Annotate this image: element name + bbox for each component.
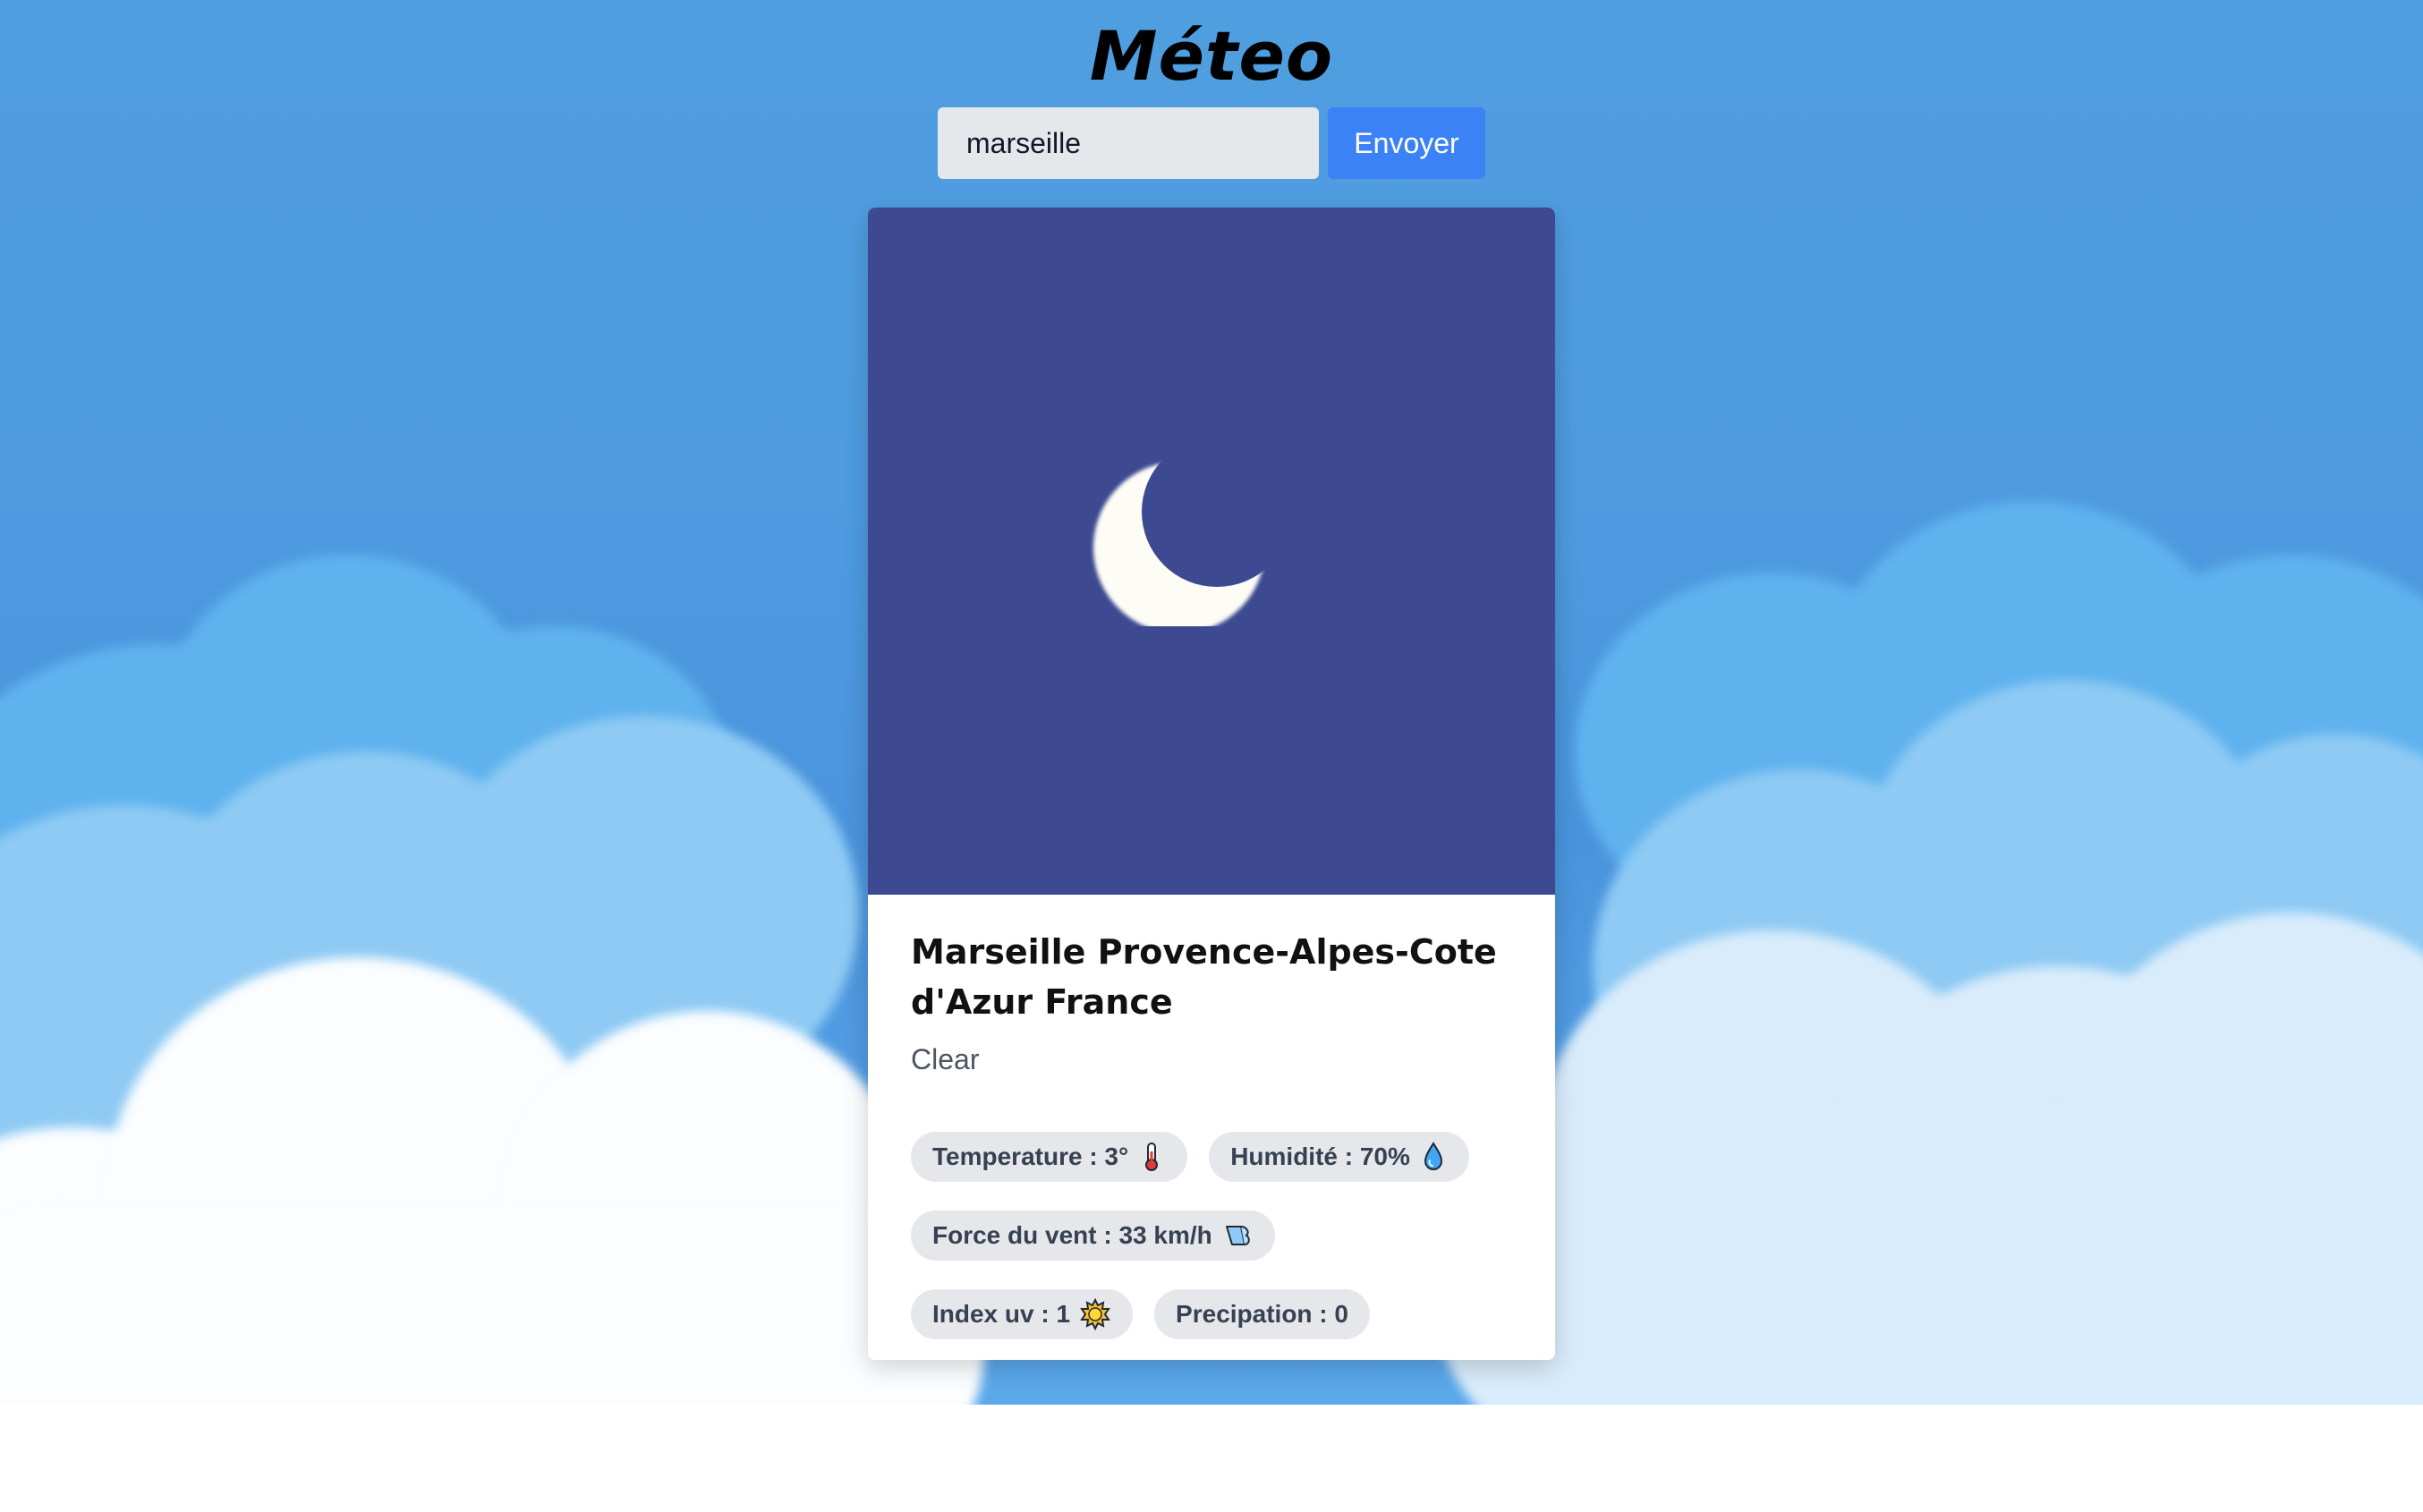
wind-chip: Force du vent : 33 km/h <box>911 1210 1275 1261</box>
precipitation-label: Precipation : 0 <box>1176 1300 1348 1328</box>
thermometer-icon <box>1145 1142 1159 1171</box>
temperature-chip: Temperature : 3° <box>911 1132 1188 1182</box>
weather-condition: Clear <box>911 1043 980 1075</box>
precipitation-chip: Precipation : 0 <box>1154 1289 1370 1339</box>
weather-image <box>868 208 1555 895</box>
send-button[interactable]: Envoyer <box>1328 107 1485 179</box>
humidity-chip: Humidité : 70% <box>1209 1132 1469 1182</box>
weather-details: Marseille Provence-Alpes-Cote d'Azur Fra… <box>868 895 1555 1360</box>
weather-card: Marseille Provence-Alpes-Cote d'Azur Fra… <box>868 208 1555 1360</box>
temperature-label: Temperature : 3° <box>932 1142 1129 1170</box>
search-bar: Envoyer <box>938 107 1485 179</box>
wind-icon <box>1225 1226 1250 1245</box>
sun-icon <box>1080 1298 1110 1330</box>
city-search-input[interactable] <box>938 107 1319 179</box>
humidity-label: Humidité : 70% <box>1230 1142 1410 1170</box>
page: Méteo Envoyer Marseille Provence-A <box>0 0 2423 1512</box>
moon-icon <box>1093 462 1265 626</box>
uv-index-chip: Index uv : 1 <box>911 1289 1134 1339</box>
wind-label: Force du vent : 33 km/h <box>932 1221 1212 1249</box>
droplet-icon <box>1424 1142 1442 1170</box>
weather-stats: Temperature : 3° Humidité : 70% Force du… <box>911 1132 1512 1339</box>
page-title: Méteo <box>1089 16 1334 96</box>
location-name: Marseille Provence-Alpes-Cote d'Azur Fra… <box>911 932 1497 1022</box>
uv-index-label: Index uv : 1 <box>932 1300 1071 1328</box>
